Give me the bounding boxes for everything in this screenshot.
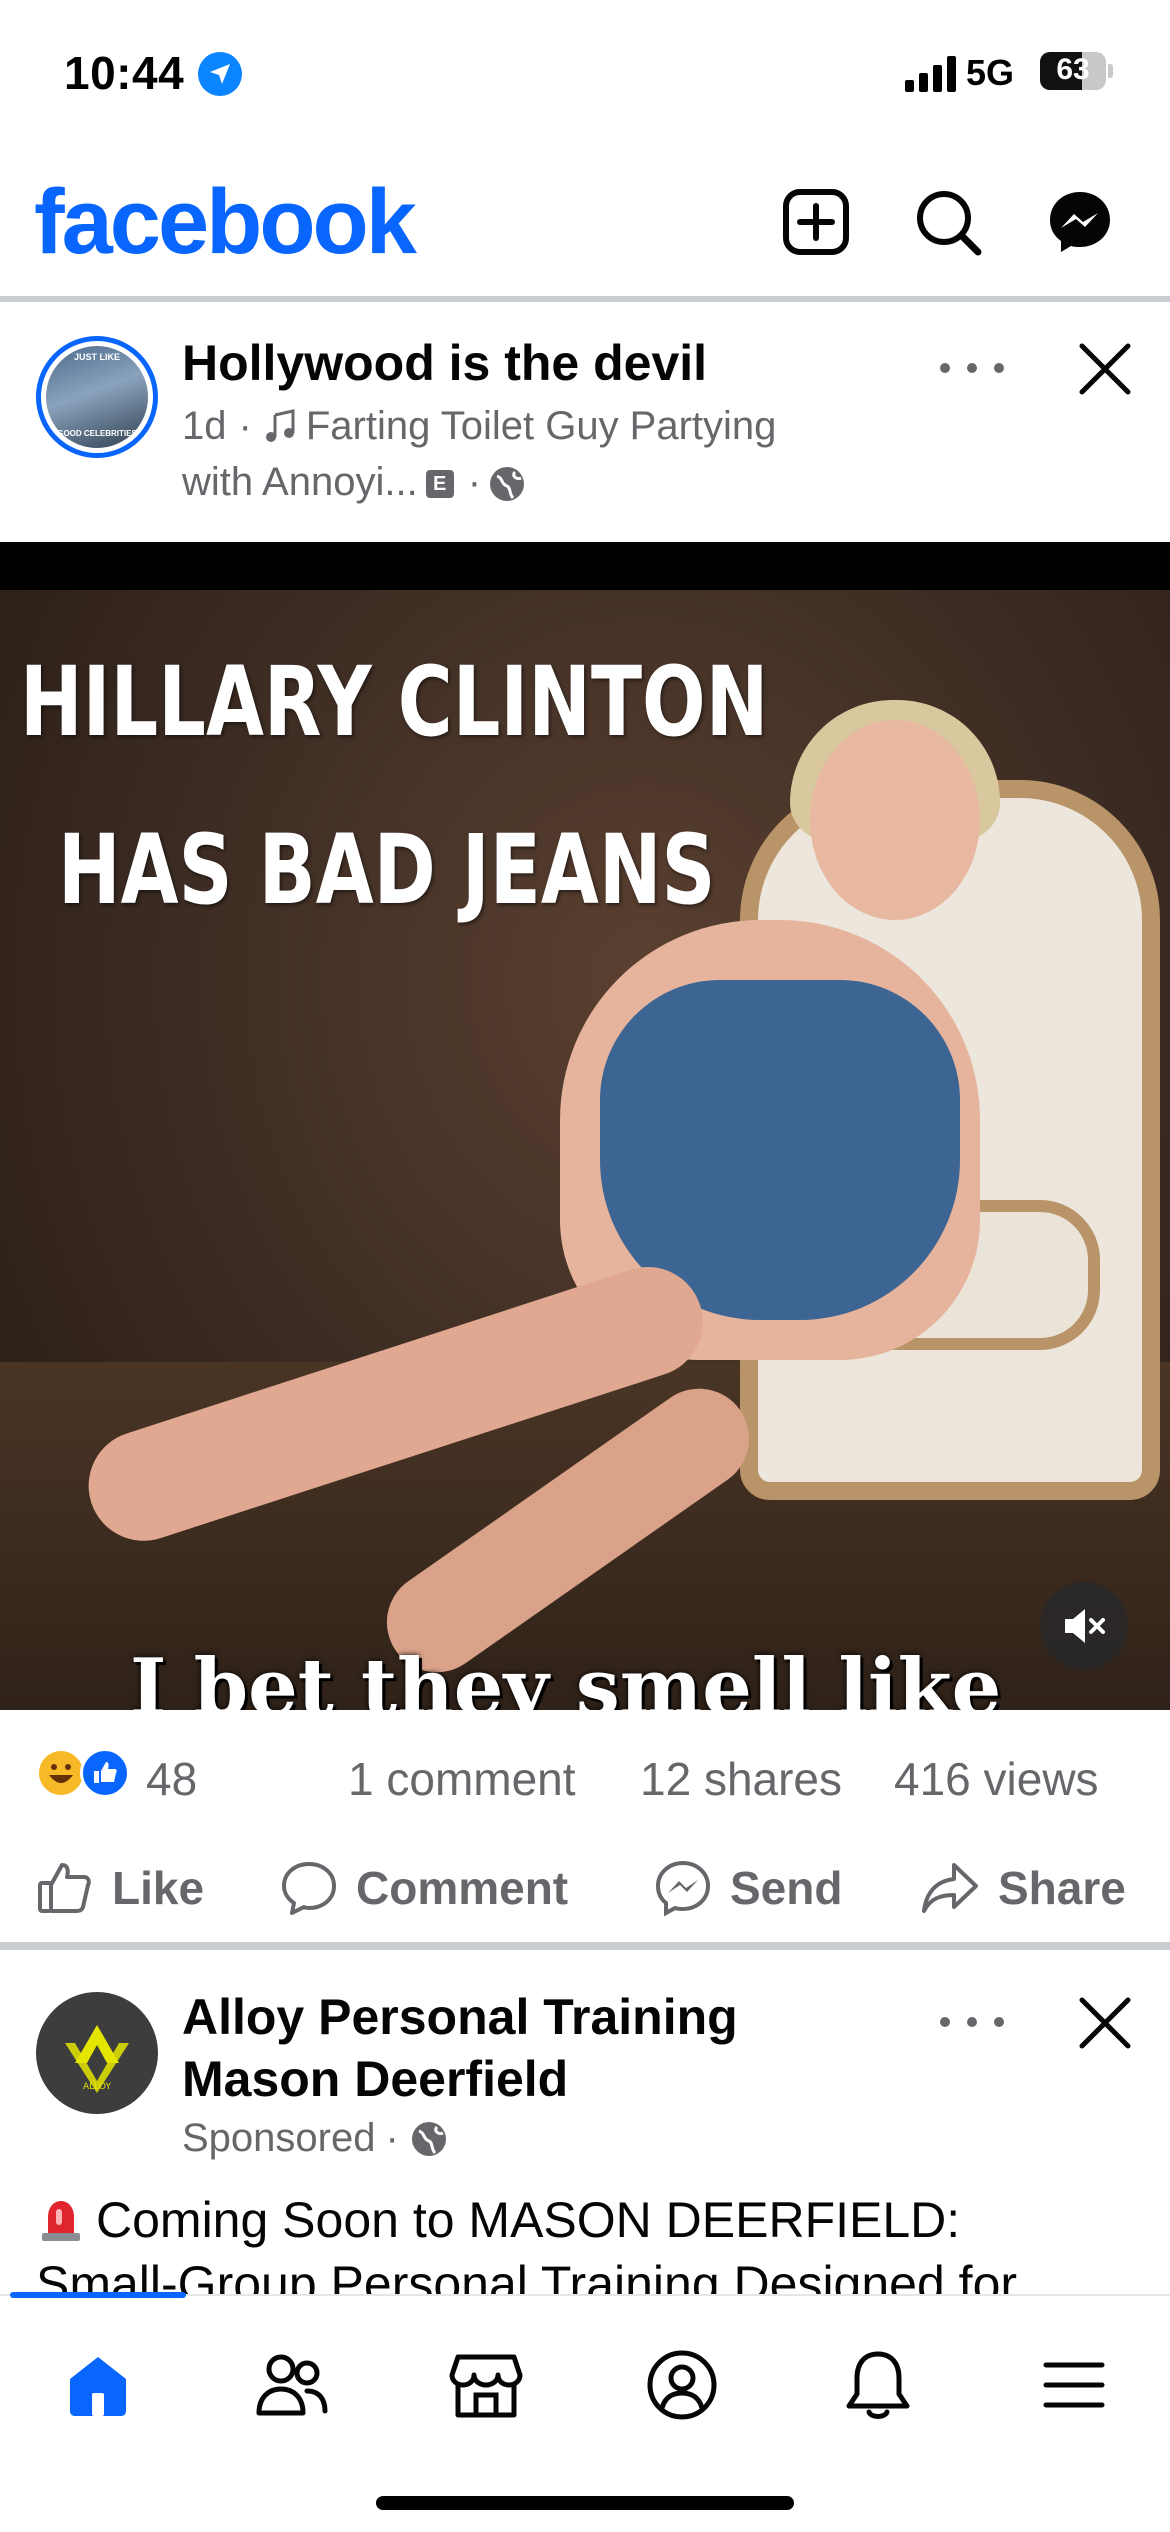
view-count: 416 views — [894, 1753, 1099, 1805]
post-media-video[interactable]: HILLARY CLINTON HAS BAD JEANS I bet they… — [0, 542, 1170, 1710]
share-count[interactable]: 12 shares — [640, 1752, 842, 1806]
post-author-name[interactable]: Hollywood is the devil — [182, 334, 707, 392]
messenger-send-icon — [655, 1860, 711, 1917]
comment-button[interactable]: Comment — [280, 1848, 568, 1928]
sponsor-name-line1[interactable]: Alloy Personal Training — [182, 1988, 738, 2046]
post-more-options-button[interactable] — [940, 348, 1004, 388]
sponsored-text: Sponsored — [182, 2116, 376, 2160]
status-time: 10:44 — [64, 47, 185, 99]
create-post-button[interactable] — [776, 182, 856, 262]
battery-percent: 63 — [1056, 53, 1090, 86]
search-button[interactable] — [908, 182, 988, 262]
post-stats: 48 1 comment 12 shares 416 views — [0, 1740, 1170, 1810]
siren-icon — [42, 2201, 80, 2241]
meme-text-line1: HILLARY CLINTON — [20, 646, 769, 758]
location-arrow-icon — [198, 52, 242, 96]
meme-text-line3: I bet they smell like — [130, 1642, 1002, 1710]
nav-menu[interactable] — [1014, 2340, 1134, 2430]
share-button[interactable]: Share — [920, 1848, 1126, 1928]
notifications-icon — [846, 2351, 910, 2419]
like-label: Like — [112, 1862, 205, 1914]
share-arrow-icon — [922, 1863, 978, 1913]
nav-profile[interactable] — [622, 2340, 742, 2430]
post-divider — [0, 1942, 1170, 1950]
bottom-navigation — [0, 2292, 1170, 2532]
menu-icon — [1043, 2362, 1105, 2408]
close-icon[interactable] — [1070, 1988, 1140, 2058]
share-label: Share — [998, 1862, 1126, 1914]
post-author-avatar[interactable]: JUST LIKE GOOD CELEBRITIES — [36, 336, 158, 458]
marketplace-icon — [449, 2354, 523, 2418]
like-reaction-icon — [80, 1748, 130, 1798]
send-label: Send — [730, 1862, 843, 1914]
like-button[interactable]: Like — [36, 1848, 204, 1928]
avatar-caption-bottom: GOOD CELEBRITIES — [57, 429, 137, 438]
thumbs-up-icon — [38, 1863, 91, 1913]
post-audio-title[interactable]: Farting Toilet Guy Partying — [306, 404, 777, 448]
alloy-avatar-text: ALLOY — [83, 2082, 111, 2092]
globe-icon — [490, 467, 525, 502]
sponsor-name-line2[interactable]: Mason Deerfield — [182, 2050, 568, 2108]
messenger-icon — [1050, 192, 1110, 252]
battery-icon: 63 — [1040, 52, 1113, 90]
network-label: 5G — [966, 52, 1015, 93]
home-icon — [70, 2357, 126, 2416]
search-icon — [917, 191, 982, 256]
mute-button[interactable] — [1040, 1582, 1128, 1670]
profile-icon — [647, 2350, 717, 2420]
post-meta: 1d · Farting Toilet Guy Partying with Anno… — [182, 404, 777, 504]
close-icon[interactable] — [1070, 334, 1140, 404]
nav-friends[interactable] — [232, 2340, 352, 2430]
explicit-badge: E — [425, 470, 454, 499]
alloy-logo-icon: ALLOY — [65, 2025, 129, 2093]
nav-active-indicator — [10, 2292, 186, 2298]
friends-icon — [256, 2354, 328, 2416]
reaction-count[interactable]: 48 — [146, 1752, 197, 1806]
ad-text-line1: Coming Soon to MASON DEERFIELD: — [96, 2192, 961, 2248]
nav-marketplace[interactable] — [426, 2340, 546, 2430]
status-bar: 10:44 5G 63 — [0, 0, 1170, 150]
app-header: facebook — [0, 150, 1170, 298]
post-audio-title-cont[interactable]: with Annoyi... — [182, 460, 418, 504]
ad-more-options-button[interactable] — [940, 2002, 1004, 2042]
header-divider — [0, 296, 1170, 302]
avatar-caption-top: JUST LIKE — [73, 352, 120, 362]
comment-label: Comment — [356, 1862, 569, 1914]
sponsor-avatar[interactable]: ALLOY — [36, 1992, 158, 2114]
send-button[interactable]: Send — [654, 1848, 842, 1928]
nav-notifications[interactable] — [818, 2340, 938, 2430]
comment-icon — [282, 1862, 336, 1915]
nav-home[interactable] — [38, 2340, 158, 2430]
cellular-signal-icon — [905, 56, 956, 92]
meme-text-line2: HAS BAD JEANS — [58, 814, 716, 926]
music-note-icon — [265, 409, 295, 442]
facebook-logo[interactable]: facebook — [34, 170, 417, 275]
haha-reaction-icon — [36, 1748, 86, 1798]
post-time: 1d — [182, 404, 227, 448]
sponsored-label: Sponsored · — [182, 2116, 449, 2161]
add-post-icon — [783, 189, 849, 255]
comment-count[interactable]: 1 comment — [348, 1752, 576, 1806]
post-action-bar: Like Comment Send Share — [0, 1848, 1170, 1928]
globe-icon — [411, 2122, 446, 2156]
home-indicator[interactable] — [376, 2496, 794, 2510]
messenger-button[interactable] — [1040, 182, 1120, 262]
speaker-muted-icon — [1065, 1609, 1105, 1643]
